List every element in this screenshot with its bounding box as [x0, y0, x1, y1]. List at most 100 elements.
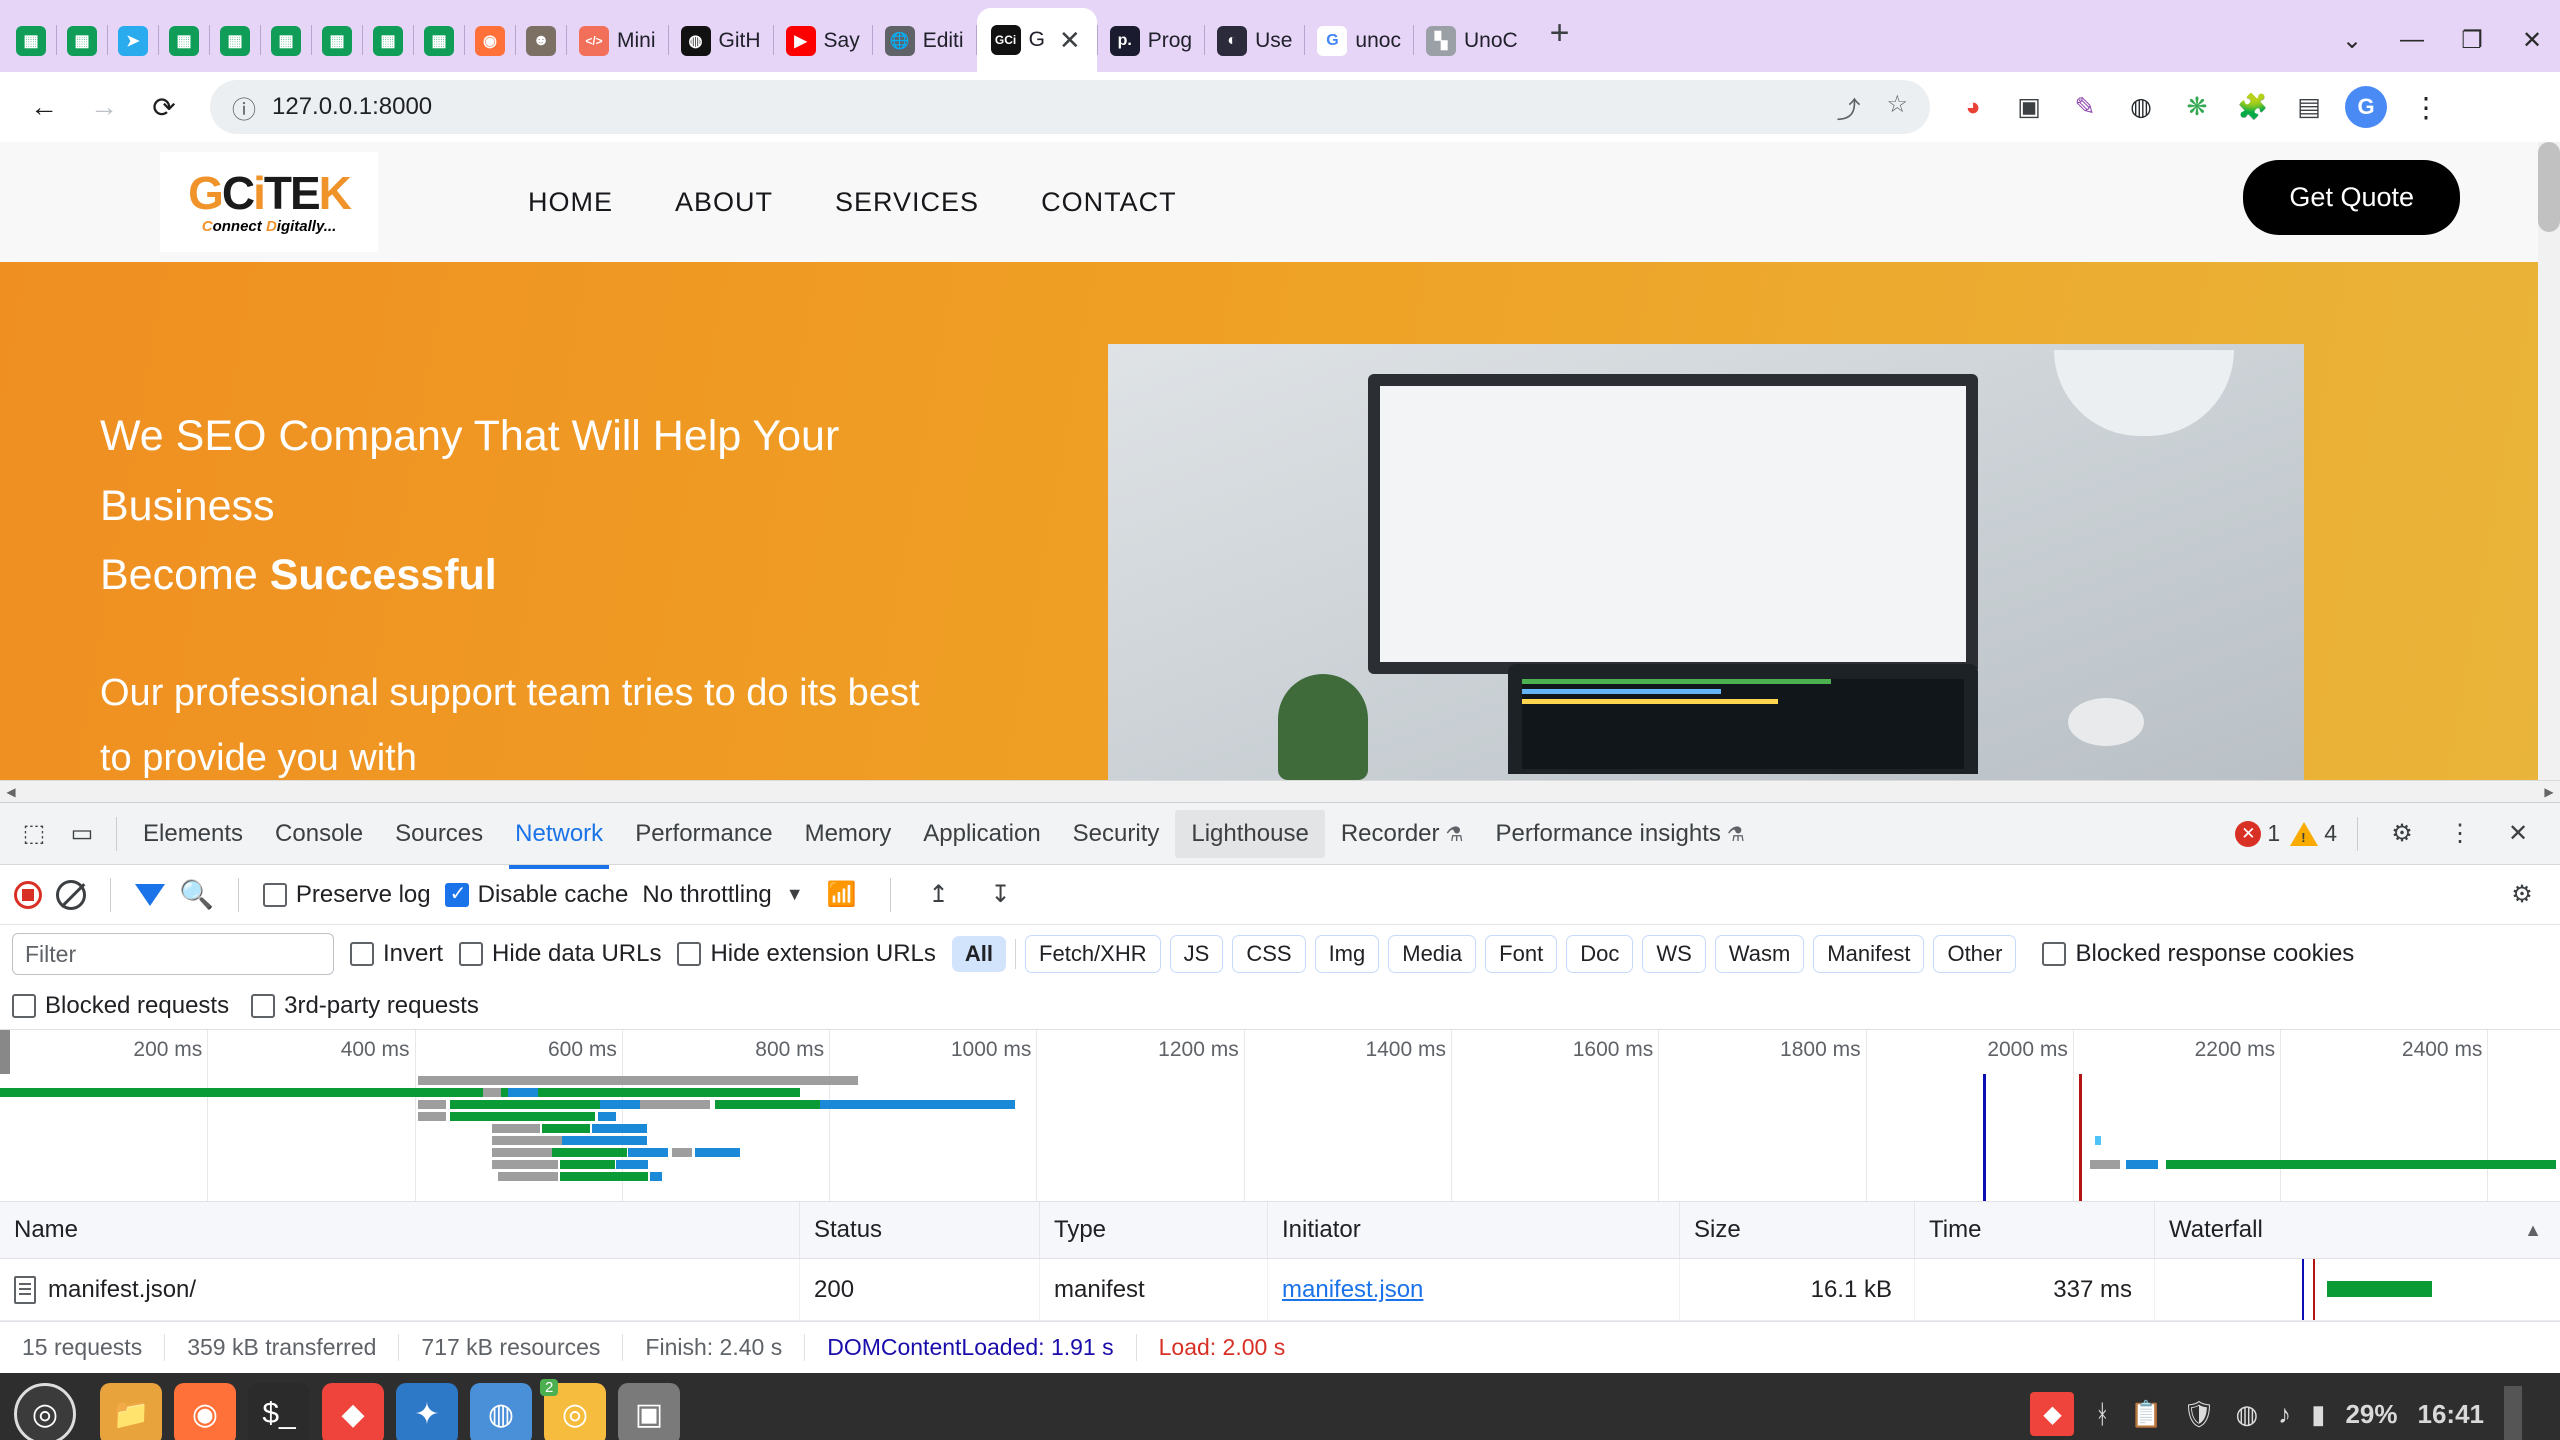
filter-type-all[interactable]: All [951, 936, 1007, 972]
table-row[interactable]: manifest.json/ 200 manifest manifest.jso… [0, 1259, 2560, 1321]
system-tray[interactable]: ◆ ᚼ 📋 🛡 ◍ ♪ ▮ 29% 16:41 [2030, 1386, 2546, 1440]
browser-tab[interactable]: ▦ [57, 10, 107, 72]
taskbar-anydesk-icon[interactable]: ◆ [322, 1383, 384, 1440]
wifi-icon[interactable]: ◍ [2235, 1399, 2258, 1430]
disable-cache-checkbox[interactable]: Disable cache [444, 881, 628, 909]
back-button[interactable]: ← [16, 79, 72, 135]
browser-tab-strip[interactable]: ▦ ▦ ➤ ▦ ▦ ▦ ▦ ▦ ▦ ◉ ☻ </> Mini ◍ GitH ▶ Say 🌐 Editi GCi G ✕ p.… [0, 0, 2560, 72]
blocked-requests-checkbox[interactable]: Blocked requests [12, 992, 229, 1020]
minimize-button[interactable]: — [2384, 16, 2440, 64]
browser-tab[interactable]: ➤ [108, 10, 158, 72]
taskbar-terminal-icon[interactable]: $_ [248, 1383, 310, 1440]
browser-tab[interactable]: ☻ [516, 10, 566, 72]
devtools-tab-recorder[interactable]: Recorder ⚗ [1325, 810, 1480, 858]
filter-type-media[interactable]: Media [1388, 935, 1477, 973]
share-icon[interactable]: ⤴ [1836, 90, 1860, 125]
network-table-header[interactable]: Name Status Type Initiator Size Time Wat… [0, 1201, 2560, 1259]
site-info-icon[interactable]: ⓘ [232, 90, 256, 125]
checkbox-box[interactable] [251, 994, 276, 1018]
browser-tab[interactable]: ▶ Say [774, 10, 872, 72]
checkbox-box[interactable] [350, 942, 374, 966]
search-icon[interactable]: 🔍 [179, 878, 214, 911]
devtools-tab-network[interactable]: Network [499, 810, 619, 869]
site-nav[interactable]: HOME ABOUT SERVICES CONTACT [528, 187, 1177, 218]
devtools-tab-performance[interactable]: Performance [619, 810, 788, 858]
filter-type-fetch-xhr[interactable]: Fetch/XHR [1025, 935, 1161, 973]
forward-button[interactable]: → [76, 79, 132, 135]
browser-tab[interactable]: ◐ Use [1205, 10, 1304, 72]
checkbox-box[interactable] [444, 881, 469, 907]
sidepanel-icon[interactable]: ▤ [2284, 82, 2334, 132]
overview-left-handle[interactable] [0, 1030, 10, 1074]
column-header-type[interactable]: Type [1040, 1202, 1268, 1258]
reload-button[interactable]: ⟳ [136, 79, 192, 135]
close-devtools-icon[interactable]: ✕ [2494, 810, 2542, 858]
taskbar-screenshot-icon[interactable]: ▣ [618, 1383, 680, 1440]
column-header-name[interactable]: Name [0, 1202, 800, 1258]
close-window-button[interactable]: ✕ [2504, 16, 2560, 64]
devtools-tab-lighthouse[interactable]: Lighthouse [1175, 809, 1325, 858]
network-filter-bar[interactable]: Filter Invert Hide data URLs Hide extens… [0, 925, 2560, 983]
network-overview-timeline[interactable]: 200 ms 400 ms 600 ms 800 ms 1000 ms 1200 ms 14… [0, 1029, 2560, 1202]
os-taskbar[interactable]: ◎ 📁 ◉ $_ ◆ ✦ ◍ ◎ 2 ▣ ◆ ᚼ 📋 🛡 ◍ ♪ ▮ 29% 16:41 [0, 1373, 2560, 1440]
taskbar-firefox-icon[interactable]: ◉ [174, 1383, 236, 1440]
record-button[interactable] [14, 880, 42, 909]
browser-tab[interactable]: Gunoc [1305, 10, 1413, 72]
site-nav-about[interactable]: ABOUT [675, 187, 773, 218]
browser-tab[interactable]: ▦ [159, 10, 209, 72]
browser-tab[interactable]: ◉ [465, 10, 515, 72]
devtools-tab-sources[interactable]: Sources [379, 810, 499, 858]
warning-badge[interactable]: 4 [2290, 820, 2337, 847]
scroll-left-arrow[interactable]: ◀ [0, 785, 22, 799]
chevron-down-icon[interactable]: ▼ [786, 884, 804, 905]
filter-type-doc[interactable]: Doc [1566, 935, 1634, 973]
checkbox-box[interactable] [262, 882, 287, 907]
invert-checkbox[interactable]: Invert [350, 940, 443, 968]
import-har-icon[interactable]: ↥ [915, 871, 963, 919]
cell-name[interactable]: manifest.json/ [0, 1259, 800, 1320]
gear-icon[interactable]: ⚙ [2378, 810, 2426, 858]
browser-tab[interactable]: ▦ [210, 10, 260, 72]
clipboard-icon[interactable]: 📋 [2130, 1399, 2162, 1430]
chromatic-icon[interactable]: ◕ [1948, 82, 1998, 132]
pen-icon[interactable]: ✎ [2060, 82, 2110, 132]
browser-tab[interactable]: </> Mini [567, 10, 668, 72]
browser-tab[interactable]: ▦ [312, 10, 362, 72]
device-toolbar-icon[interactable]: ▭ [58, 810, 106, 858]
bookmark-icon[interactable]: ☆ [1886, 90, 1908, 125]
column-header-initiator[interactable]: Initiator [1268, 1202, 1680, 1258]
github-ext-icon[interactable]: ◍ [2116, 82, 2166, 132]
checkbox-box[interactable] [12, 994, 36, 1018]
tab-search-button[interactable]: ⌄ [2324, 16, 2380, 64]
filter-type-css[interactable]: CSS [1232, 935, 1306, 973]
devtools-tab-bar[interactable]: ⬚ ▭ Elements Console Sources Network Perform… [0, 803, 2560, 869]
more-options-icon[interactable]: ⋮ [2436, 810, 2484, 858]
third-party-requests-checkbox[interactable]: 3rd-party requests [251, 992, 479, 1020]
taskbar-scroll-handle[interactable] [2504, 1386, 2522, 1440]
chrome-menu-button[interactable]: ⋮ [2398, 79, 2454, 135]
network-settings-gear-icon[interactable]: ⚙ [2498, 871, 2546, 919]
address-bar[interactable]: ⓘ 127.0.0.1:8000 ⤴ ☆ [210, 80, 1930, 134]
clock[interactable]: 16:41 [2418, 1399, 2485, 1430]
clear-button[interactable] [56, 879, 86, 910]
browser-tab[interactable]: ◍ GitH [669, 10, 773, 72]
hide-extension-urls-checkbox[interactable]: Hide extension URLs [677, 940, 936, 968]
devtools-tab-console[interactable]: Console [259, 810, 379, 858]
start-menu-button[interactable]: ◎ [14, 1383, 76, 1440]
initiator-link[interactable]: manifest.json [1282, 1276, 1423, 1304]
browser-tab[interactable]: ▦ [414, 10, 464, 72]
browser-tab[interactable]: ▦ [6, 10, 56, 72]
devtools-tab-performance-insights[interactable]: Performance insights ⚗ [1479, 810, 1760, 858]
devtools-tab-elements[interactable]: Elements [127, 810, 259, 858]
extension-icons[interactable]: ◕ ▣ ✎ ◍ ❋ 🧩 ▤ [1948, 82, 2334, 132]
column-header-time[interactable]: Time [1915, 1202, 2155, 1258]
sort-caret-icon[interactable]: ▲ [2524, 1220, 2542, 1241]
get-quote-button[interactable]: Get Quote [2243, 160, 2460, 235]
address-bar-url[interactable]: 127.0.0.1:8000 [272, 93, 432, 121]
taskbar-files-icon[interactable]: 📁 [100, 1383, 162, 1440]
browser-tab[interactable]: 🌐 Editi [873, 10, 976, 72]
checkbox-box[interactable] [677, 942, 702, 966]
scroll-track[interactable] [22, 781, 2538, 802]
blocked-response-cookies-checkbox[interactable]: Blocked response cookies [2042, 940, 2354, 968]
puzzle-icon[interactable]: 🧩 [2228, 82, 2278, 132]
